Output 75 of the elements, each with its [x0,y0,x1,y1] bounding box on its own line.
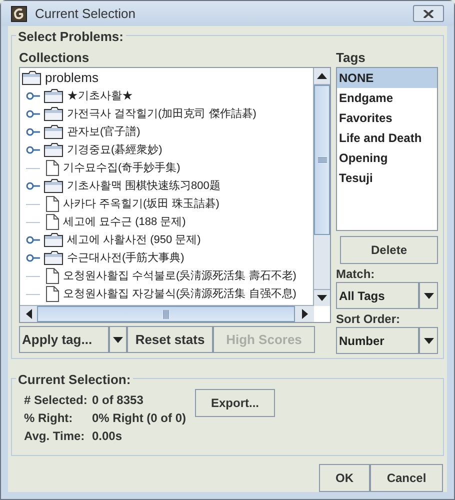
app-logo-icon [11,6,27,22]
scroll-down-icon [317,295,327,301]
tree-item[interactable]: 세고에 사활사전 (950 문제) [20,231,314,249]
document-icon [46,268,59,284]
caret-icon [424,292,434,298]
folder-icon [44,233,63,247]
scroll-up-icon[interactable] [317,73,327,79]
expand-handle-icon[interactable] [26,182,40,190]
dropdown-arrow-button[interactable] [109,326,127,353]
expand-handle-icon[interactable] [26,146,40,154]
grip-icon [163,310,169,318]
folder-icon [44,107,63,121]
stat-label: Avg. Time: [24,428,86,443]
field-label: Match: [336,266,376,282]
dropdown-arrow-button[interactable] [419,327,438,354]
scroll-right-icon[interactable] [302,309,308,319]
tree-item[interactable]: 기초사활맥 围棋快速练习800题 [20,177,314,195]
folder-icon [44,89,63,103]
tag-item[interactable]: Opening [337,148,437,168]
tree-item[interactable]: 기경중묘(碁經衆妙) [20,141,314,159]
tree-item[interactable]: 가전극사 걸작힐기(加田克司 傑作詰碁) [20,105,314,123]
tree-item[interactable]: 세고에 묘수근 (188 문제) [20,213,314,231]
tag-item[interactable]: Favorites [337,108,437,128]
sort-order-dropdown[interactable]: Number [336,327,419,354]
tag-item[interactable]: Life and Death [337,128,437,148]
grip-icon [318,157,326,163]
delete-button[interactable]: Delete [340,236,438,264]
ok-button[interactable]: OK [319,464,370,492]
tree-item[interactable]: 사카다 주옥힐기(坂田 珠玉詰碁) [20,195,314,213]
folder-icon [44,143,63,157]
scroll-left-icon[interactable] [26,309,32,319]
action-button[interactable]: Reset stats [127,326,213,353]
tree-item[interactable]: problems [20,69,314,87]
section-label: Collections [19,49,90,67]
document-icon [46,214,59,230]
stat-label: # Selected: [24,392,88,407]
expand-handle-icon[interactable] [26,92,40,100]
tree-item[interactable]: 오청원사활집 수석불로(吳淸源死活集 壽石不老) [20,267,314,285]
expand-handle-icon[interactable] [26,110,40,118]
expand-handle-icon[interactable] [26,236,40,244]
folder-icon [44,125,63,139]
tree-item[interactable]: 기수묘수집(奇手妙手集) [20,159,314,177]
field-label: Sort Order: [336,311,402,327]
export-button[interactable]: Export... [195,389,275,417]
document-icon [46,196,59,212]
tag-item[interactable]: NONE [337,68,437,88]
tree-item[interactable]: 관자보(官子譜) [20,123,314,141]
folder-icon [44,251,63,265]
tree-item[interactable]: 수근대사전(手筋大事典) [20,249,314,267]
close-button[interactable] [413,5,444,22]
stat-value: 0 of 8353 [92,392,144,407]
folder-icon [44,179,63,193]
cancel-button[interactable]: Cancel [370,464,443,492]
tree-item[interactable]: 오청원사활집 자강불식(吳淸源死活集 自强不息) [20,285,314,303]
tree-item[interactable]: ★기초사활★ [20,87,314,105]
expand-handle-icon[interactable] [26,254,40,262]
tag-item[interactable]: Endgame [337,88,437,108]
caret-icon [424,338,434,344]
horizontal-scrollbar[interactable] [20,305,314,322]
window-title: Current Selection [35,4,136,23]
folder-icon [22,71,41,85]
stat-value: 0.00s [92,428,124,443]
document-icon [46,160,59,176]
apply-tag-dropdown[interactable]: Apply tag... [19,326,109,353]
document-icon [46,286,59,302]
dropdown-arrow-button[interactable] [419,282,438,309]
vertical-scrollbar[interactable] [313,68,330,306]
section-label: Tags [336,49,366,67]
match-dropdown[interactable]: All Tags [336,282,419,309]
tag-item[interactable]: Tesuji [337,168,437,188]
stat-label: % Right: [24,410,74,425]
caret-icon [113,336,123,342]
expand-handle-icon[interactable] [26,128,40,136]
stat-value: 0% Right (0 of 0) [92,410,188,425]
close-icon [423,10,434,18]
